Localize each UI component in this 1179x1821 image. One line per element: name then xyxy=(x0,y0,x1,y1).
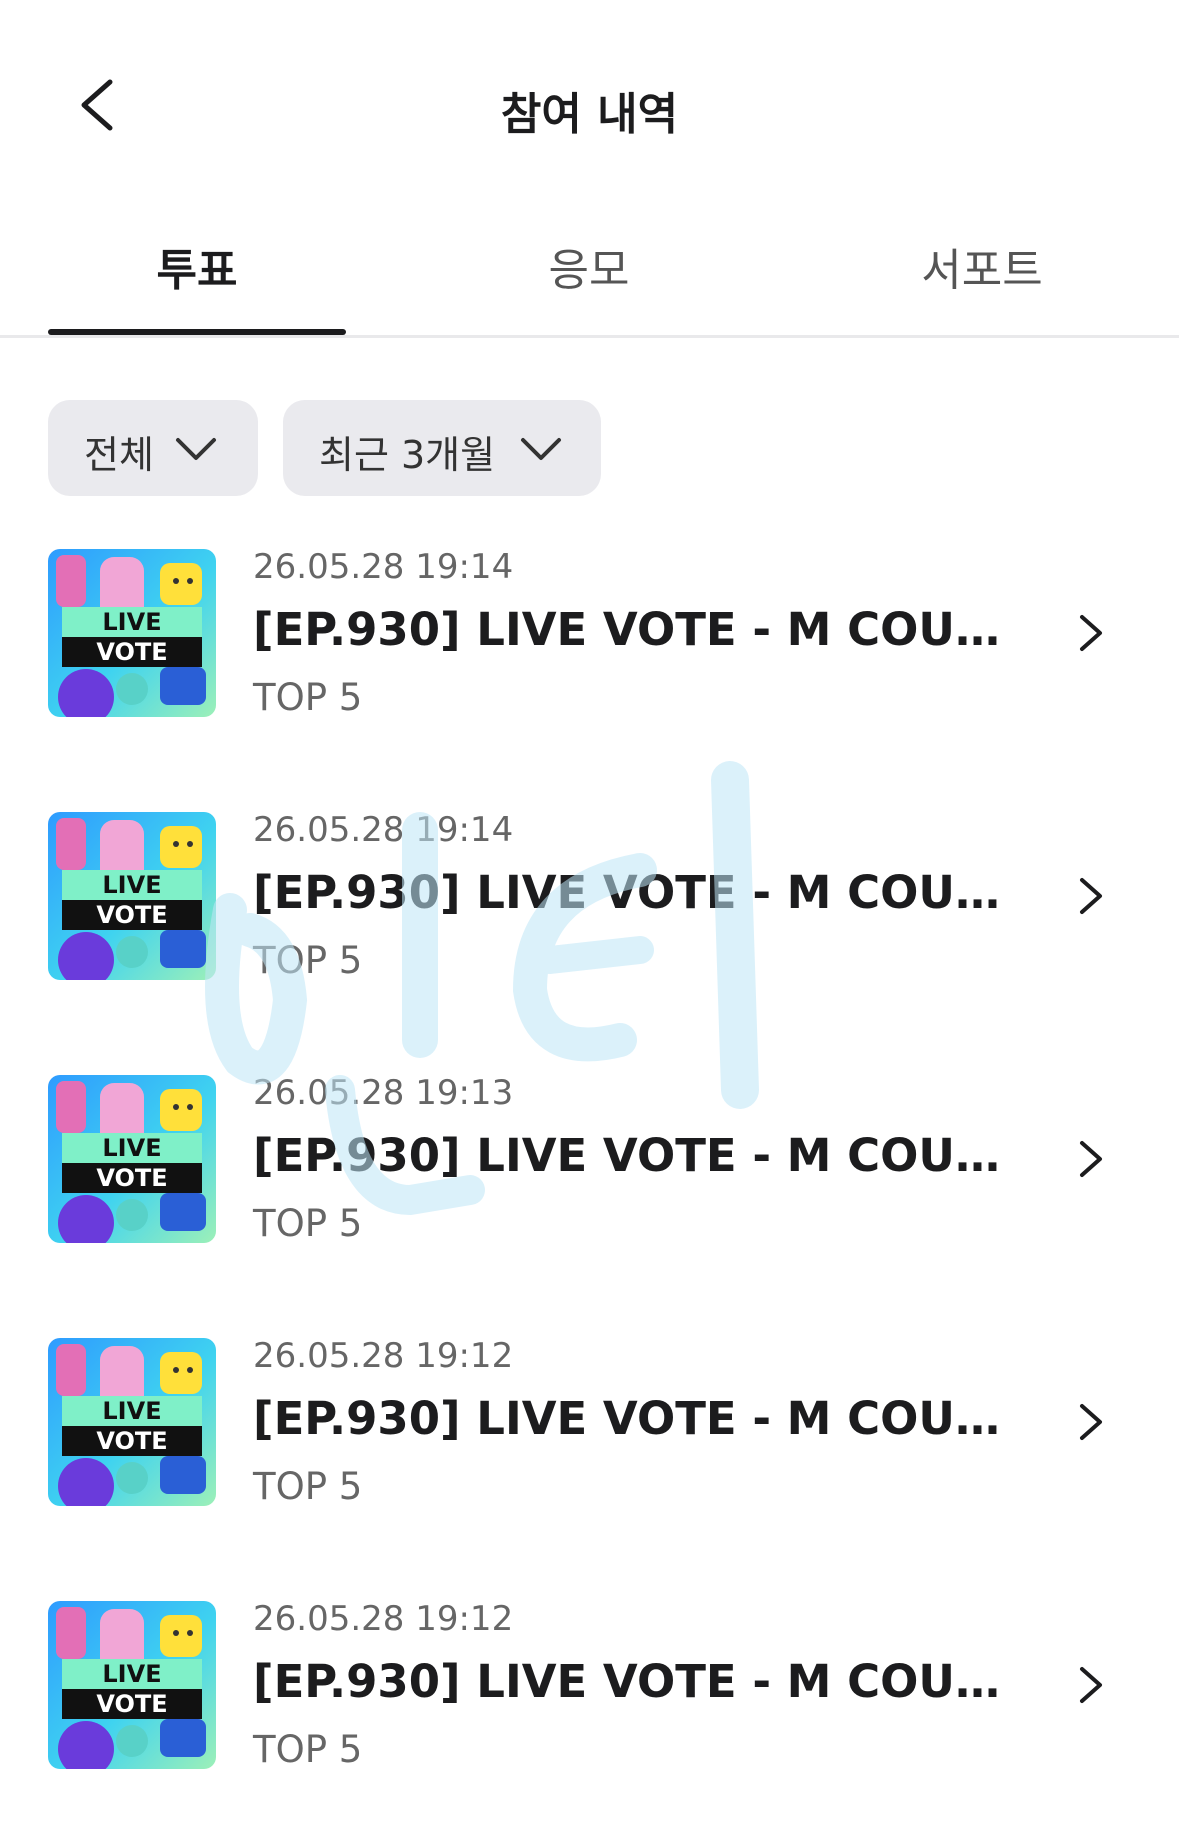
thumbnail-text-line1: LIVE xyxy=(102,1397,161,1425)
thumbnail-text-line2: VOTE xyxy=(96,638,167,666)
active-tab-indicator xyxy=(48,329,346,335)
item-title: [EP.930] LIVE VOTE - M COUNTDOWN xyxy=(253,603,1013,656)
header: 참여 내역 xyxy=(0,0,1179,210)
list-item[interactable]: LIVE VOTE 26.05.28 19:14 [EP.930] LIVE V… xyxy=(0,545,1179,745)
item-date: 26.05.28 19:14 xyxy=(253,547,514,587)
chevron-right-icon xyxy=(1080,615,1102,651)
list-item[interactable]: LIVE VOTE 26.05.28 19:12 [EP.930] LIVE V… xyxy=(0,1597,1179,1797)
item-subtitle: TOP 5 xyxy=(253,1465,363,1508)
item-date: 26.05.28 19:13 xyxy=(253,1073,514,1113)
item-subtitle: TOP 5 xyxy=(253,1202,363,1245)
chevron-right-icon xyxy=(1080,1667,1102,1703)
thumbnail-text-line1: LIVE xyxy=(102,1660,161,1688)
item-subtitle: TOP 5 xyxy=(253,1728,363,1771)
live-vote-thumbnail: LIVE VOTE xyxy=(48,1338,216,1506)
period-filter-label: 최근 3개월 xyxy=(319,433,496,477)
live-vote-thumbnail: LIVE VOTE xyxy=(48,812,216,980)
thumbnail-text-line1: LIVE xyxy=(102,1134,161,1162)
thumbnail-text-line1: LIVE xyxy=(102,871,161,899)
thumbnail-text-line2: VOTE xyxy=(96,1427,167,1455)
chevron-right-icon xyxy=(1080,878,1102,914)
live-vote-thumbnail: LIVE VOTE xyxy=(48,549,216,717)
item-subtitle: TOP 5 xyxy=(253,939,363,982)
item-subtitle: TOP 5 xyxy=(253,676,363,719)
chevron-right-icon xyxy=(1080,1141,1102,1177)
item-date: 26.05.28 19:14 xyxy=(253,810,514,850)
thumbnail-text-line2: VOTE xyxy=(96,1164,167,1192)
type-filter-dropdown[interactable]: 전체 xyxy=(48,400,258,496)
chevron-right-icon xyxy=(1080,1404,1102,1440)
live-vote-thumbnail: LIVE VOTE xyxy=(48,1075,216,1243)
item-date: 26.05.28 19:12 xyxy=(253,1599,514,1639)
chevron-down-icon xyxy=(176,438,216,460)
item-date: 26.05.28 19:12 xyxy=(253,1336,514,1376)
list-item[interactable]: LIVE VOTE 26.05.28 19:14 [EP.930] LIVE V… xyxy=(0,808,1179,1008)
page-title: 참여 내역 xyxy=(500,89,679,140)
chevron-down-icon xyxy=(521,438,561,460)
item-title: [EP.930] LIVE VOTE - M COUNTDOWN xyxy=(253,866,1013,919)
tab-vote[interactable]: 투표 xyxy=(48,234,346,296)
thumbnail-text-line2: VOTE xyxy=(96,901,167,929)
thumbnail-text-line2: VOTE xyxy=(96,1690,167,1718)
period-filter-dropdown[interactable]: 최근 3개월 xyxy=(283,400,601,496)
list-item[interactable]: LIVE VOTE 26.05.28 19:13 [EP.930] LIVE V… xyxy=(0,1071,1179,1271)
item-title: [EP.930] LIVE VOTE - M COUNTDOWN xyxy=(253,1392,1013,1445)
item-title: [EP.930] LIVE VOTE - M COUNTDOWN xyxy=(253,1129,1013,1182)
tab-entry[interactable]: 응모 xyxy=(440,234,738,296)
type-filter-label: 전체 xyxy=(84,433,154,477)
tab-support[interactable]: 서포트 xyxy=(833,234,1131,296)
live-vote-thumbnail: LIVE VOTE xyxy=(48,1601,216,1769)
list-item[interactable]: LIVE VOTE 26.05.28 19:12 [EP.930] LIVE V… xyxy=(0,1334,1179,1534)
thumbnail-text-line1: LIVE xyxy=(102,608,161,636)
tab-bar: 투표 응모 서포트 xyxy=(0,210,1179,338)
item-title: [EP.930] LIVE VOTE - M COUNTDOWN xyxy=(253,1655,1013,1708)
